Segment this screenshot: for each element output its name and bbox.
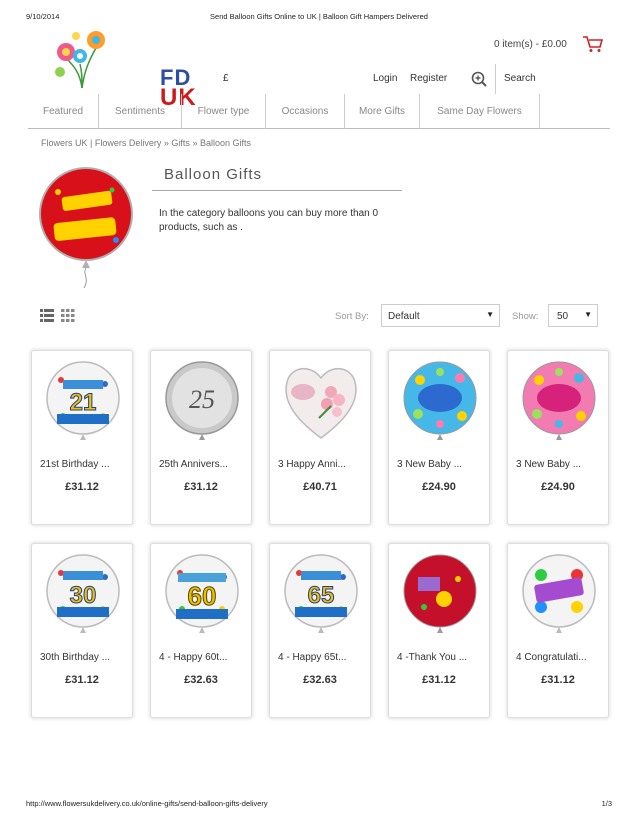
sort-by-select[interactable]: Default ▼ (381, 304, 500, 327)
nav-item-flower-type[interactable]: Flower type (182, 94, 266, 129)
product-price: £31.12 (184, 481, 218, 493)
product-price: £32.63 (184, 674, 218, 686)
breadcrumb-item-home[interactable]: Flowers UK | Flowers Delivery (41, 138, 161, 148)
category-description: In the category balloons you can buy mor… (159, 208, 379, 233)
product-name[interactable]: 3 New Baby ... (397, 459, 487, 470)
product-card[interactable]: 4 -Thank You ... £31.12 (388, 543, 490, 718)
print-page-title: Send Balloon Gifts Online to UK | Balloo… (210, 12, 428, 21)
product-name[interactable]: 25th Annivers... (159, 459, 249, 470)
page-title: Balloon Gifts (164, 166, 263, 183)
register-link[interactable]: Register (410, 73, 447, 84)
login-link[interactable]: Login (373, 73, 397, 84)
product-name[interactable]: 4 - Happy 60t... (159, 652, 249, 663)
zoom-in-icon[interactable] (471, 71, 487, 87)
breadcrumb-separator: » (192, 138, 198, 148)
nav-item-featured[interactable]: Featured (28, 94, 99, 129)
currency-selector[interactable]: £ (223, 73, 229, 84)
nav-item-occasions[interactable]: Occasions (266, 94, 345, 129)
product-card[interactable]: 65 4 - Happy 65t... £32.63 (269, 543, 371, 718)
product-name[interactable]: 3 Happy Anni... (278, 459, 368, 470)
birthday-balloon-image: 21 (46, 361, 120, 440)
breadcrumb-separator: » (163, 138, 169, 148)
product-name[interactable]: 3 New Baby ... (516, 459, 606, 470)
baby-girl-balloon-image (522, 361, 596, 440)
product-card[interactable]: 3 New Baby ... £24.90 (507, 350, 609, 525)
product-card[interactable]: 21 21st Birthday ... £31.12 (31, 350, 133, 525)
baby-boy-balloon-image (403, 361, 477, 440)
product-price: £40.71 (303, 481, 337, 493)
product-card[interactable]: 3 New Baby ... £24.90 (388, 350, 490, 525)
print-page-number: 1/3 (601, 799, 612, 808)
product-price: £32.63 (303, 674, 337, 686)
show-count-select[interactable]: 50 ▼ (548, 304, 598, 327)
product-number: 25 (189, 385, 215, 414)
product-name[interactable]: 30th Birthday ... (40, 652, 130, 663)
product-name[interactable]: 4 - Happy 65t... (278, 652, 368, 663)
cart-summary[interactable]: 0 item(s) - £0.00 (494, 39, 567, 50)
breadcrumb-item-gifts[interactable]: Gifts (171, 138, 190, 148)
print-footer: http://www.flowersukdelivery.co.uk/onlin… (26, 799, 612, 808)
birthday-balloon-image: 60 (165, 554, 239, 633)
product-card[interactable]: 3 Happy Anni... £40.71 (269, 350, 371, 525)
show-count-value: 50 (557, 311, 569, 322)
nav-item-sentiments[interactable]: Sentiments (99, 94, 182, 129)
birthday-balloon-image: 65 (284, 554, 358, 633)
list-view-icon[interactable] (40, 309, 54, 322)
product-price: £24.90 (541, 481, 575, 493)
category-balloon-image (39, 167, 133, 288)
birthday-balloon-image: 30 (46, 554, 120, 633)
product-card[interactable]: 30 30th Birthday ... £31.12 (31, 543, 133, 718)
product-price: £31.12 (65, 674, 99, 686)
cart-icon[interactable] (582, 35, 604, 53)
title-divider (152, 190, 402, 191)
sort-by-label: Sort By: (335, 311, 369, 322)
product-card[interactable]: 25 25th Annivers... £31.12 (150, 350, 252, 525)
thank-you-balloon-image (403, 554, 477, 633)
sort-by-value: Default (388, 311, 420, 322)
print-header: 9/10/2014 Send Balloon Gifts Online to U… (0, 0, 638, 22)
search-link[interactable]: Search (504, 73, 536, 84)
product-card[interactable]: 60 4 - Happy 60t... £32.63 (150, 543, 252, 718)
print-url: http://www.flowersukdelivery.co.uk/onlin… (26, 799, 268, 808)
product-name[interactable]: 4 Congratulati... (516, 652, 606, 663)
product-number: 60 (188, 581, 217, 611)
congratulations-balloon-image (522, 554, 596, 633)
chevron-down-icon: ▼ (486, 310, 494, 319)
flower-logo-icon (55, 31, 105, 89)
header-divider (495, 64, 496, 94)
grid-view-icon[interactable] (61, 309, 75, 322)
product-name[interactable]: 21st Birthday ... (40, 459, 130, 470)
anniversary-balloon-image: 25 (165, 361, 239, 440)
product-price: £24.90 (422, 481, 456, 493)
product-price: £31.12 (541, 674, 575, 686)
product-number: 65 (308, 582, 335, 609)
heart-balloon-image (285, 368, 357, 439)
product-name[interactable]: 4 -Thank You ... (397, 652, 487, 663)
product-card[interactable]: 4 Congratulati... £31.12 (507, 543, 609, 718)
product-number: 21 (70, 389, 97, 416)
show-label: Show: (512, 311, 539, 322)
breadcrumb-item-current[interactable]: Balloon Gifts (200, 138, 251, 148)
main-nav: Featured Sentiments Flower type Occasion… (28, 94, 610, 129)
breadcrumb: Flowers UK | Flowers Delivery » Gifts » … (41, 138, 251, 148)
nav-item-more-gifts[interactable]: More Gifts (345, 94, 420, 129)
site-logo[interactable]: FD UK (52, 28, 196, 110)
product-price: £31.12 (422, 674, 456, 686)
chevron-down-icon: ▼ (584, 310, 592, 319)
product-number: 30 (70, 582, 97, 609)
product-price: £31.12 (65, 481, 99, 493)
nav-item-same-day-flowers[interactable]: Same Day Flowers (420, 94, 540, 129)
